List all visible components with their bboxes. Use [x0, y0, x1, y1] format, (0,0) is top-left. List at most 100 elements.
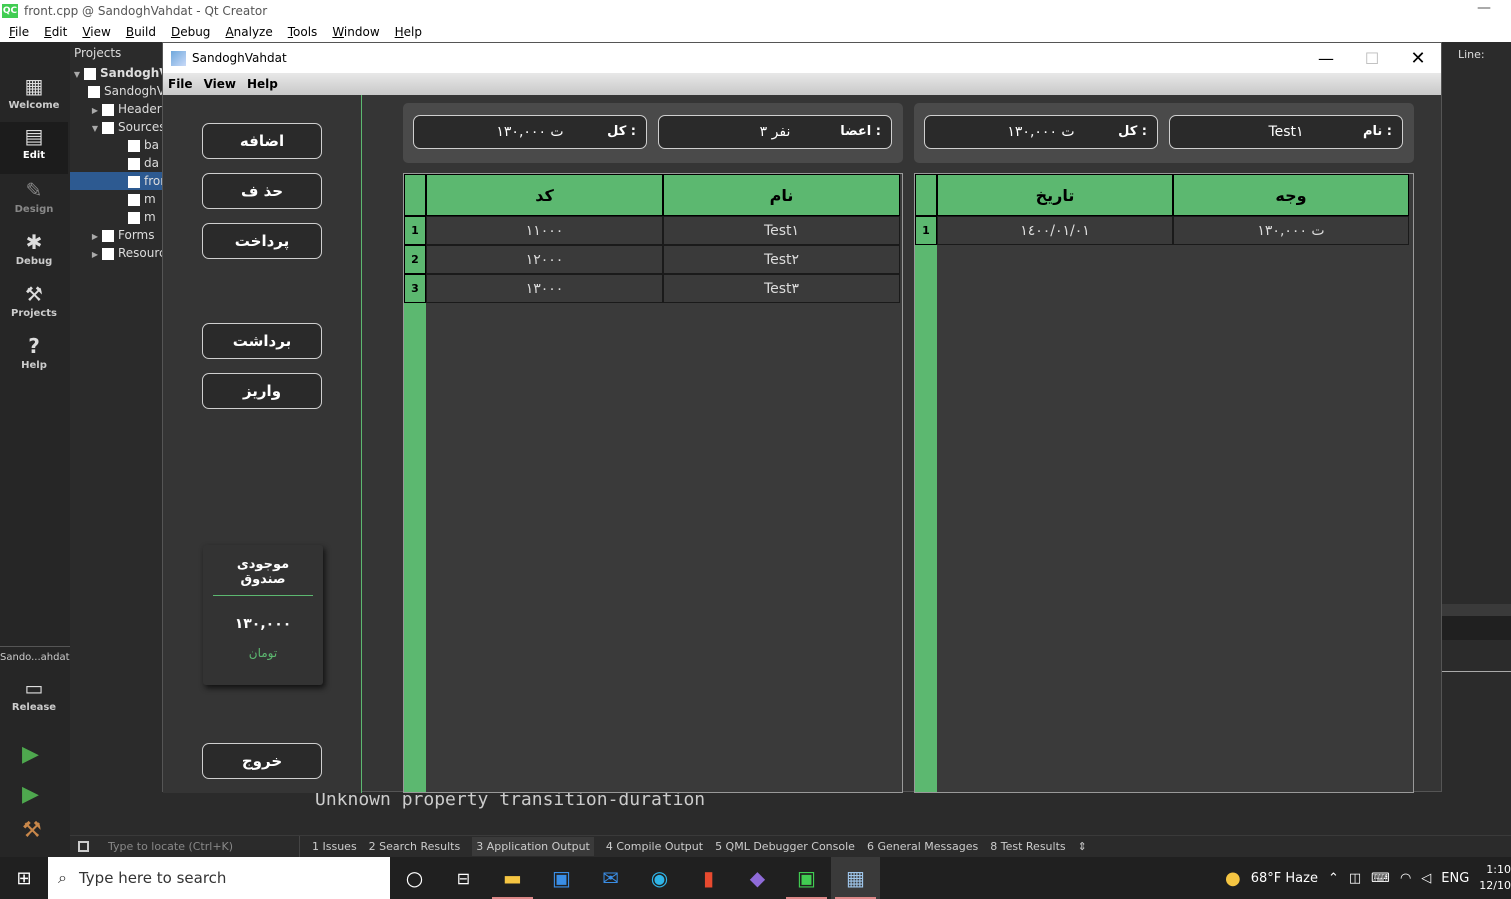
output-tab-application-output[interactable]: 3 Application Output [472, 837, 594, 856]
tree-item[interactable]: da [70, 154, 162, 172]
tray-meet-icon[interactable]: ◫ [1349, 871, 1361, 886]
app-maximize-button[interactable]: ☐ [1349, 43, 1395, 73]
app-titlebar: SandoghVahdat — ☐ ✕ [163, 43, 1441, 73]
edge-icon[interactable]: ◉ [635, 857, 684, 899]
taskbar-search-box[interactable]: ⌕ Type here to search [48, 857, 390, 899]
sidebar-toggle-icon[interactable] [78, 841, 89, 852]
cortana-icon[interactable]: ○ [390, 857, 439, 899]
output-tab-compile-output[interactable]: 4 Compile Output [606, 840, 703, 853]
windows-start-icon[interactable]: ⊞ [0, 857, 48, 899]
tree-item[interactable]: ▶Headers [70, 100, 162, 118]
tree-item[interactable]: ▶ Forms [70, 226, 162, 244]
column-header-name[interactable]: نام [663, 174, 900, 216]
volume-icon[interactable]: ◁ [1421, 871, 1431, 886]
fund-balance-title: موجودی صندوق [213, 557, 313, 596]
tree-item[interactable]: m [70, 208, 162, 226]
app-menu-help[interactable]: Help [247, 77, 278, 91]
table-row[interactable]: 1 ۱۱۰۰۰ Test۱ [404, 216, 902, 245]
mode-help[interactable]: ? Help [0, 332, 68, 384]
cell-code[interactable]: ۱۲۰۰۰ [426, 245, 663, 274]
cell-code[interactable]: ۱۱۰۰۰ [426, 216, 663, 245]
qt-menu-tools[interactable]: Tools [288, 25, 318, 39]
output-tab-search-results[interactable]: 2 Search Results [369, 840, 461, 853]
app-close-button[interactable]: ✕ [1395, 43, 1441, 73]
tree-item-selected[interactable]: front.cpp [70, 172, 162, 190]
cell-name[interactable]: Test۳ [663, 274, 900, 303]
store-icon[interactable]: ▣ [537, 857, 586, 899]
qt-menu-analyze[interactable]: Analyze [225, 25, 272, 39]
cell-code[interactable]: ۱۳۰۰۰ [426, 274, 663, 303]
members-table[interactable]: کد نام 1 ۱۱۰۰۰ Test۱ 2 ۱۲۰۰۰ Test۲ 3 ۱۳۰… [403, 173, 903, 793]
qt-menu-build[interactable]: Build [126, 25, 156, 39]
cell-name[interactable]: Test۱ [663, 216, 900, 245]
column-header-date[interactable]: تاریخ [937, 174, 1173, 216]
qt-menu-file[interactable]: File [9, 25, 29, 39]
app-menu-file[interactable]: File [168, 77, 193, 91]
tree-item[interactable]: m [70, 190, 162, 208]
weather-text[interactable]: 68°F Haze [1251, 871, 1318, 886]
output-tabs-menu-icon[interactable]: ⇕ [1078, 840, 1087, 853]
language-indicator[interactable]: ENG [1441, 871, 1469, 886]
tree-item[interactable]: ▼ Sources [70, 118, 162, 136]
transactions-table[interactable]: تاریخ وجه 1 ۱٤۰۰/۰۱/۰۱ ۱۳۰,۰۰۰ ت [914, 173, 1414, 793]
qt-menu-edit[interactable]: Edit [44, 25, 67, 39]
qt-menu-view[interactable]: View [82, 25, 110, 39]
qt-creator-titlebar: QC front.cpp @ SandoghVahdat - Qt Creato… [0, 0, 1511, 22]
qt-menu-help[interactable]: Help [395, 25, 422, 39]
mode-welcome[interactable]: ▦ Welcome [0, 72, 68, 124]
task-view-icon[interactable]: ⊟ [439, 857, 488, 899]
visual-studio-icon[interactable]: ◆ [733, 857, 782, 899]
tree-item[interactable]: ▼SandoghVahdat [70, 64, 162, 82]
withdraw-button[interactable]: برداشت [202, 323, 322, 359]
members-panel: کل : ۱۳۰,۰۰۰ ت اعضا : ۳ نفر کد نام 1 ۱۱۰… [403, 103, 903, 801]
taskbar-clock[interactable]: 1:10 12/10 [1479, 862, 1511, 894]
cell-name[interactable]: Test۲ [663, 245, 900, 274]
locator-input[interactable]: Type to locate (Ctrl+K) [70, 835, 300, 858]
file-explorer-icon[interactable]: ▬ [488, 857, 537, 899]
mode-projects[interactable]: ⚒ Projects [0, 280, 68, 332]
deposit-button[interactable]: واریز [202, 373, 322, 409]
add-button[interactable]: اضافه [202, 123, 322, 159]
tree-item[interactable]: SandoghVahdat.pro [70, 82, 162, 100]
qt-creator-taskbar-icon[interactable]: ▣ [782, 857, 831, 899]
delete-button[interactable]: حذ ف [202, 173, 322, 209]
output-tab-test-results[interactable]: 8 Test Results [990, 840, 1065, 853]
column-header-code[interactable]: کد [426, 174, 663, 216]
cell-amount[interactable]: ۱۳۰,۰۰۰ ت [1173, 216, 1409, 245]
build-hammer-icon[interactable]: ⚒ [22, 818, 42, 843]
exit-button[interactable]: خروج [202, 743, 322, 779]
app-minimize-button[interactable]: — [1303, 43, 1349, 73]
sandogh-app-taskbar-icon[interactable]: ▦ [831, 857, 880, 899]
output-tab-issues[interactable]: 1 Issues [312, 840, 357, 853]
qt-menu-window[interactable]: Window [332, 25, 379, 39]
editor-hscrollbar[interactable] [1442, 604, 1511, 616]
tray-input-icon[interactable]: ⌨ [1371, 871, 1390, 886]
app-icon [171, 50, 186, 66]
qt-menu-debug[interactable]: Debug [171, 25, 210, 39]
table-row[interactable]: 2 ۱۲۰۰۰ Test۲ [404, 245, 902, 274]
mode-edit[interactable]: ▤ Edit [0, 122, 68, 174]
column-header-amount[interactable]: وجه [1173, 174, 1409, 216]
debug-run-icon[interactable]: ▶ [22, 782, 39, 807]
cpp-file-icon [128, 157, 140, 170]
output-tab-qml-console[interactable]: 5 QML Debugger Console [715, 840, 855, 853]
tree-item[interactable]: ba [70, 136, 162, 154]
office-icon[interactable]: ▮ [684, 857, 733, 899]
fund-balance-card: موجودی صندوق ۱۳۰,۰۰۰ تومان [203, 545, 323, 685]
build-config-selector[interactable]: ▭ Release [0, 674, 68, 726]
tree-item[interactable]: ▶Resources [70, 244, 162, 262]
tree-item-label: da [144, 156, 159, 170]
qt-minimize-button[interactable]: — [1477, 0, 1491, 16]
mode-debug[interactable]: ✱ Debug [0, 228, 68, 280]
pay-button[interactable]: پرداخت [202, 223, 322, 259]
run-icon[interactable]: ▶ [22, 742, 39, 767]
app-menu-view[interactable]: View [204, 77, 236, 91]
mail-icon[interactable]: ✉ [586, 857, 635, 899]
table-row[interactable]: 1 ۱٤۰۰/۰۱/۰۱ ۱۳۰,۰۰۰ ت [915, 216, 1413, 245]
cell-date[interactable]: ۱٤۰۰/۰۱/۰۱ [937, 216, 1173, 245]
tray-chevron-icon[interactable]: ⌃ [1328, 871, 1339, 886]
output-tab-general-messages[interactable]: 6 General Messages [867, 840, 978, 853]
table-row[interactable]: 3 ۱۳۰۰۰ Test۳ [404, 274, 902, 303]
mode-design[interactable]: ✎ Design [0, 176, 68, 228]
wifi-icon[interactable]: ◠ [1400, 871, 1411, 886]
